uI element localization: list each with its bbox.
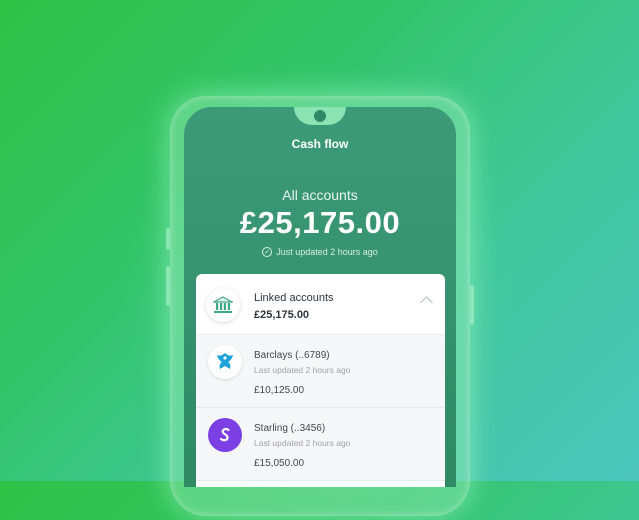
account-amount: £10,125.00 xyxy=(254,385,305,396)
chevron-up-icon[interactable] xyxy=(420,296,433,309)
account-name: Barclays (..6789) xyxy=(254,350,330,361)
phone-screen: Cash flow All accounts £25,175.00 ✓ Just… xyxy=(184,107,456,487)
check-circle-icon: ✓ xyxy=(262,247,273,257)
accounts-label: All accounts xyxy=(282,187,358,203)
phone-side-button xyxy=(166,266,170,306)
accounts-card: Linked accounts £25,175.00 Barclays (..6… xyxy=(196,274,445,487)
camera-icon xyxy=(312,108,328,124)
phone-side-button xyxy=(470,285,474,325)
account-amount: £15,050.00 xyxy=(254,458,305,469)
account-updated: Last updated 2 hours ago xyxy=(254,365,351,375)
barclays-eagle-icon xyxy=(208,345,242,379)
starling-s-icon xyxy=(208,418,242,452)
total-balance: £25,175.00 xyxy=(239,205,401,240)
account-row-barclays[interactable]: Barclays (..6789) Last updated 2 hours a… xyxy=(196,335,445,408)
bank-icon xyxy=(206,288,240,322)
linked-accounts-header[interactable]: Linked accounts £25,175.00 xyxy=(196,274,445,335)
account-name: Starling (..3456) xyxy=(254,423,326,434)
update-status: ✓ Just updated 2 hours ago xyxy=(184,247,456,257)
linked-accounts-title: Linked accounts xyxy=(254,292,334,304)
account-row-starling[interactable]: Starling (..3456) Last updated 2 hours a… xyxy=(196,408,445,481)
account-updated: Last updated 2 hours ago xyxy=(254,438,351,448)
page-title: Cash flow xyxy=(291,137,349,151)
update-status-text: Just updated 2 hours ago xyxy=(276,247,378,257)
linked-accounts-amount: £25,175.00 xyxy=(254,309,310,321)
phone-side-button xyxy=(166,228,170,250)
